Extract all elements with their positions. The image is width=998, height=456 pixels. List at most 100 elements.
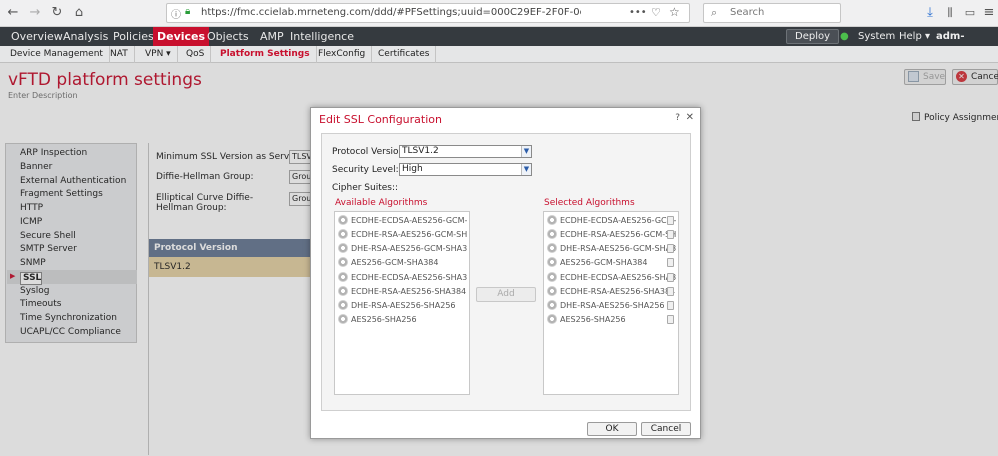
forward-icon[interactable]: → (26, 4, 44, 22)
library-icon[interactable]: ⫼ (941, 4, 959, 22)
trash-icon[interactable] (667, 244, 674, 253)
gear-icon (338, 243, 348, 253)
edit-ssl-dialog: Edit SSL Configuration ? ✕ Protocol Vers… (310, 107, 701, 439)
deploy-button[interactable]: Deploy (786, 29, 840, 44)
list-item[interactable]: DHE-RSA-AES256-GCM-SHA3 (547, 243, 677, 253)
reload-icon[interactable]: ↻ (48, 4, 66, 22)
gear-icon (547, 243, 557, 253)
list-item[interactable]: DHE-RSA-AES256-SHA256 (547, 300, 677, 310)
tab-vpn[interactable]: VPN ▾ (139, 46, 178, 63)
list-item[interactable]: AES256-GCM-SHA384 (547, 257, 677, 267)
gear-icon (338, 272, 348, 282)
close-icon[interactable]: ✕ (686, 112, 694, 123)
nav-overview[interactable]: Overview (7, 27, 67, 46)
list-item[interactable]: AES256-SHA256 (338, 314, 468, 324)
gear-icon (338, 286, 348, 296)
gear-icon (338, 300, 348, 310)
gear-icon (547, 272, 557, 282)
trash-icon[interactable] (667, 258, 674, 267)
dialog-cancel-button[interactable]: Cancel (641, 422, 691, 436)
user-menu[interactable]: adm-marvin ▾ (936, 27, 998, 61)
lock-icon: 🔒︎ (185, 6, 191, 17)
search-placeholder: Search (730, 7, 765, 18)
trash-icon[interactable] (667, 216, 674, 225)
selected-algorithms-list[interactable]: ECDHE-ECDSA-AES256-GCM- ECDHE-RSA-AES256… (543, 211, 679, 395)
gear-icon (547, 215, 557, 225)
security-level-label: Security Level: (332, 165, 399, 175)
list-item[interactable]: DHE-RSA-AES256-SHA256 (338, 300, 468, 310)
trash-icon[interactable] (667, 287, 674, 296)
available-algorithms-list[interactable]: ECDHE-ECDSA-AES256-GCM- ECDHE-RSA-AES256… (334, 211, 470, 395)
trash-icon[interactable] (667, 301, 674, 310)
page-actions-icon[interactable]: ••• (629, 7, 647, 18)
gear-icon (338, 257, 348, 267)
help-menu[interactable]: Help ▾ (899, 27, 930, 46)
sidebar-icon[interactable]: ▭ (961, 4, 979, 22)
trash-icon[interactable] (667, 315, 674, 324)
bookmark-star-icon[interactable]: ☆ (669, 5, 680, 19)
health-ok-icon[interactable]: ● (840, 27, 849, 46)
gear-icon (547, 300, 557, 310)
trash-icon[interactable] (667, 273, 674, 282)
browser-search-field[interactable]: ⌕ Search (703, 3, 841, 23)
nav-devices[interactable]: Devices (153, 27, 210, 46)
back-icon[interactable]: ← (4, 4, 22, 22)
security-level-select[interactable]: High ▼ (399, 163, 532, 176)
security-level-value: High (402, 164, 423, 174)
protocol-version-label: Protocol Version: (332, 147, 408, 157)
nav-analysis[interactable]: Analysis (59, 27, 112, 46)
url-text: https://fmc.ccielab.mrneteng.com/ddd/#PF… (201, 7, 581, 18)
gear-icon (547, 314, 557, 324)
list-item[interactable]: ECDHE-ECDSA-AES256-SHA3 (338, 272, 468, 282)
menu-icon[interactable]: ≡ (980, 4, 998, 22)
list-item[interactable]: ECDHE-RSA-AES256-GCM-SH (547, 229, 677, 239)
pocket-icon[interactable]: ♡ (651, 6, 661, 19)
add-button[interactable]: Add (476, 287, 536, 302)
trash-icon[interactable] (667, 230, 674, 239)
gear-icon (338, 229, 348, 239)
tab-nat[interactable]: NAT (104, 46, 135, 63)
system-menu[interactable]: System (858, 27, 895, 46)
gear-icon (547, 286, 557, 296)
list-item[interactable]: ECDHE-ECDSA-AES256-SHA3 (547, 272, 677, 282)
gear-icon (547, 229, 557, 239)
tab-qos[interactable]: QoS (180, 46, 212, 63)
nav-intelligence[interactable]: Intelligence (286, 27, 358, 46)
list-item[interactable]: ECDHE-RSA-AES256-SHA384 (338, 286, 468, 296)
nav-policies[interactable]: Policies (109, 27, 158, 46)
protocol-version-value: TLSV1.2 (402, 146, 439, 156)
sub-navigation: Device Management NAT VPN ▾ QoS Platform… (0, 46, 998, 63)
available-algorithms-title: Available Algorithms (335, 198, 428, 208)
dialog-title: Edit SSL Configuration (319, 113, 442, 126)
nav-objects[interactable]: Objects (203, 27, 253, 46)
tab-certificates[interactable]: Certificates (372, 46, 437, 63)
tab-platform-settings[interactable]: Platform Settings (214, 46, 317, 63)
home-icon[interactable]: ⌂ (70, 4, 88, 22)
list-item[interactable]: DHE-RSA-AES256-GCM-SHA3 (338, 243, 468, 253)
browser-toolbar: ← → ↻ ⌂ ⓘ 🔒︎ https://fmc.ccielab.mrneten… (0, 0, 998, 27)
search-icon: ⌕ (711, 6, 718, 19)
nav-amp[interactable]: AMP (256, 27, 288, 46)
info-icon[interactable]: ⓘ (171, 6, 181, 21)
ok-button[interactable]: OK (587, 422, 637, 436)
tab-device-management[interactable]: Device Management (4, 46, 110, 63)
app-header: Overview Analysis Policies Devices Objec… (0, 27, 998, 61)
list-item[interactable]: ECDHE-RSA-AES256-SHA384 (547, 286, 677, 296)
list-item[interactable]: ECDHE-ECDSA-AES256-GCM- (338, 215, 468, 225)
protocol-version-select[interactable]: TLSV1.2 ▼ (399, 145, 532, 158)
list-item[interactable]: AES256-SHA256 (547, 314, 677, 324)
chevron-down-icon: ▼ (521, 146, 531, 157)
list-item[interactable]: ECDHE-RSA-AES256-GCM-SH (338, 229, 468, 239)
selected-algorithms-title: Selected Algorithms (544, 198, 635, 208)
tab-flexconfig[interactable]: FlexConfig (312, 46, 373, 63)
gear-icon (338, 215, 348, 225)
chevron-down-icon: ▼ (521, 164, 531, 175)
list-item[interactable]: ECDHE-ECDSA-AES256-GCM- (547, 215, 677, 225)
list-item[interactable]: AES256-GCM-SHA384 (338, 257, 468, 267)
address-bar[interactable]: ⓘ 🔒︎ https://fmc.ccielab.mrneteng.com/dd… (166, 3, 690, 23)
gear-icon (338, 314, 348, 324)
gear-icon (547, 257, 557, 267)
help-icon[interactable]: ? (675, 113, 680, 123)
download-icon[interactable]: ⤓ (921, 4, 939, 22)
cipher-suites-label: Cipher Suites:: (332, 183, 399, 193)
